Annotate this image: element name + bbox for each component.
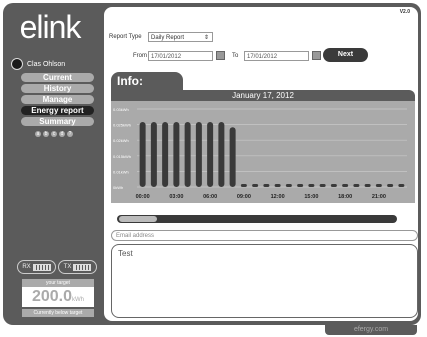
rx-label: RX [22, 264, 31, 270]
chart-bar[interactable] [285, 184, 292, 187]
x-tick-label: 03:00 [169, 194, 183, 200]
chart-bar[interactable] [375, 184, 382, 187]
signal-indicator: RX TX [17, 260, 97, 274]
chart-bar[interactable] [240, 184, 247, 187]
chart-bar[interactable] [150, 122, 157, 187]
chart-bar[interactable] [297, 184, 304, 187]
x-tick-label: 12:00 [271, 194, 285, 200]
version-label: V2.0 [399, 9, 410, 15]
from-label: From [133, 53, 147, 59]
select-arrow-icon: ⇕ [203, 35, 209, 41]
user-row: Clas Ohlson [11, 58, 101, 70]
chart-bar[interactable] [353, 184, 360, 187]
chart-bar[interactable] [330, 184, 337, 187]
chart-bar[interactable] [342, 184, 349, 187]
chart-bar[interactable] [364, 184, 371, 187]
x-tick-label: 09:00 [237, 194, 251, 200]
y-tick-label: 0.015kWh [113, 154, 131, 159]
chart-bar[interactable] [184, 122, 191, 187]
status-icon-b[interactable]: b [43, 131, 49, 137]
y-tick-label: 0.01kWh [113, 169, 129, 174]
scrollbar-thumb[interactable] [119, 216, 157, 222]
rx-indicator: RX [17, 260, 56, 274]
to-label: To [232, 53, 239, 59]
report-type-label: Report Type [109, 34, 142, 40]
nav-summary[interactable]: Summary [21, 117, 94, 126]
nav-current[interactable]: Current [21, 73, 94, 82]
calendar-icon[interactable] [216, 51, 225, 60]
info-title: Info: [111, 72, 183, 90]
chart-bar[interactable] [274, 184, 281, 187]
y-tick-label: 0.025kWh [113, 123, 131, 128]
tx-bar-icon [73, 263, 92, 271]
report-type-value: Daily Report [151, 35, 185, 41]
chart-bar[interactable] [173, 122, 180, 187]
target-number: 200.0 [31, 288, 73, 305]
nav-manage[interactable]: Manage [21, 95, 94, 104]
x-tick-label: 00:00 [136, 194, 150, 200]
target-value: 200.0kWh [22, 287, 94, 307]
y-tick-label: 0.03kWh [113, 107, 129, 112]
chart-bar[interactable] [229, 127, 236, 187]
calendar-icon[interactable] [312, 51, 321, 60]
chart-bar[interactable] [207, 122, 214, 187]
help-icon[interactable]: ? [67, 131, 73, 137]
chart-bar[interactable] [319, 184, 326, 187]
user-icon [11, 58, 23, 70]
chart-bar[interactable] [218, 122, 225, 187]
target-unit: kWh [72, 297, 85, 303]
chart-bar[interactable] [398, 184, 405, 187]
status-icon-d[interactable]: d [59, 131, 65, 137]
chart-bar[interactable] [308, 184, 315, 187]
chart-title: January 17, 2012 [111, 90, 415, 101]
message-textarea[interactable]: Test [111, 244, 418, 318]
nav-history[interactable]: History [21, 84, 94, 93]
status-icon-c[interactable]: c [51, 131, 57, 137]
chart-bar[interactable] [139, 122, 146, 187]
user-name: Clas Ohlson [27, 60, 66, 68]
x-tick-label: 06:00 [203, 194, 217, 200]
chart-area: 0.03kWh 0.025kWh 0.02kWh 0.015kWh 0.01kWh 0kW… [111, 101, 415, 203]
tx-indicator: TX [58, 260, 97, 274]
from-date-input[interactable]: 17/01/2012 [148, 51, 213, 61]
x-tick-label: 21:00 [372, 194, 386, 200]
chart-bar[interactable] [195, 122, 202, 187]
target-label: your target [22, 279, 94, 287]
report-type-select[interactable]: Daily Report ⇕ [148, 32, 213, 42]
chart-svg: 0.03kWh 0.025kWh 0.02kWh 0.015kWh 0.01kWh 0kW… [113, 107, 407, 200]
x-tick-label: 18:00 [338, 194, 352, 200]
rx-bar-icon [32, 263, 51, 271]
next-button[interactable]: Next [323, 48, 368, 62]
status-icon-a[interactable]: a [35, 131, 41, 137]
chart-bar[interactable] [162, 122, 169, 187]
email-input[interactable]: Email address [111, 230, 418, 241]
status-icons: a b c d ? [35, 131, 73, 137]
chart-scrollbar[interactable] [117, 215, 397, 223]
y-tick-label: 0.02kWh [113, 138, 129, 143]
sidebar: elink Clas Ohlson Current History Manage… [7, 7, 104, 319]
y-tick-label: 0kWh [113, 185, 123, 190]
chart-bar[interactable] [263, 184, 270, 187]
nav-energy-report[interactable]: Energy report [21, 106, 94, 115]
tx-label: TX [63, 264, 72, 270]
footer-brand: efergy.com [325, 325, 417, 335]
logo: elink [7, 7, 93, 49]
to-date-input[interactable]: 17/01/2012 [244, 51, 309, 61]
x-tick-label: 15:00 [304, 194, 318, 200]
target-status: Currently below target [22, 309, 94, 317]
main-panel: V2.0 Report Type Daily Report ⇕ From 17/… [104, 7, 418, 321]
chart-bar[interactable] [387, 184, 394, 187]
chart-bar[interactable] [252, 184, 259, 187]
